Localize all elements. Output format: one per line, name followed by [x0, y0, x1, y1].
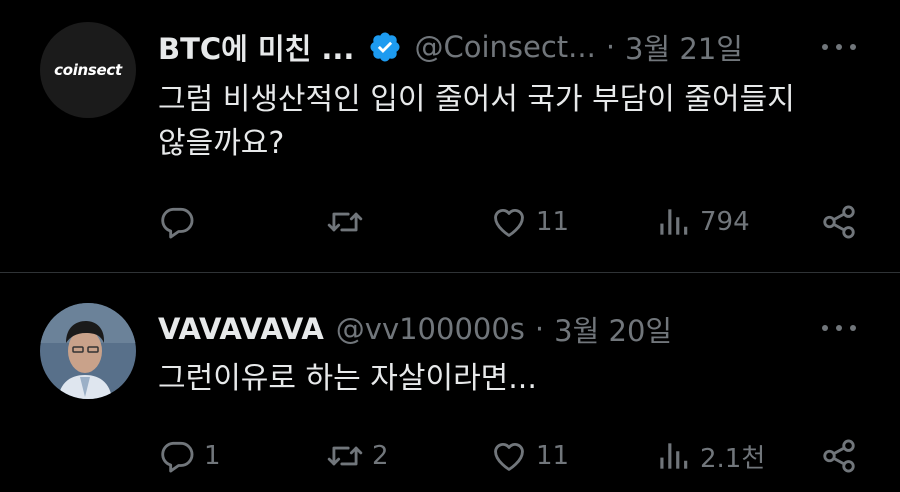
reply-button[interactable]: 1: [158, 436, 221, 476]
avatar-logo-text: coinsect: [54, 61, 122, 79]
reply-button[interactable]: [158, 202, 204, 242]
handle[interactable]: @Coinsect...: [414, 30, 595, 64]
tweet-text: 그런이유로 하는 자살이라면...: [158, 357, 858, 401]
handle[interactable]: @vv100000s: [336, 312, 525, 346]
retweet-icon: [327, 446, 363, 466]
tweet-text-line: 않을까요?: [158, 126, 285, 161]
views-button[interactable]: 794: [654, 202, 750, 242]
heart-icon: [494, 209, 524, 237]
reply-icon: [161, 441, 194, 473]
tweet-1[interactable]: coinsect BTC에 미친 ... @Coinsect... · 3월 2…: [0, 0, 900, 272]
timestamp[interactable]: 3월 21일: [625, 26, 743, 68]
tweet-2[interactable]: VAVAVAVA @vv100000s · 3월 20일 그런이유로 하는 자살…: [0, 273, 900, 492]
view-count: 794: [700, 207, 750, 237]
tweet-header: VAVAVAVA @vv100000s · 3월 20일: [158, 308, 672, 350]
retweet-count: 2: [372, 441, 389, 471]
action-bar: 1 2 11 2.1천: [158, 436, 858, 476]
like-button[interactable]: 11: [490, 436, 569, 476]
display-name[interactable]: BTC에 미친 ...: [158, 26, 354, 68]
profile-photo: [40, 303, 136, 399]
tweet-text-line: 그런이유로 하는 자살이라면...: [158, 361, 537, 396]
more-icon[interactable]: [822, 323, 856, 333]
avatar[interactable]: coinsect: [40, 22, 136, 118]
separator: ·: [534, 312, 545, 346]
reply-count: 1: [204, 441, 221, 471]
retweet-button[interactable]: 2: [326, 436, 389, 476]
share-button[interactable]: [820, 436, 858, 476]
views-icon: [660, 209, 688, 235]
retweet-button[interactable]: [326, 202, 372, 242]
share-icon: [823, 205, 855, 239]
like-button[interactable]: 11: [490, 202, 569, 242]
tweet-header: BTC에 미친 ... @Coinsect... · 3월 21일: [158, 26, 743, 68]
retweet-icon: [327, 212, 363, 232]
tweet-text: 그럼 비생산적인 입이 줄어서 국가 부담이 줄어들지 않을까요?: [158, 78, 858, 166]
tweet-text-line: 그럼 비생산적인 입이 줄어서 국가 부담이 줄어들지: [158, 82, 795, 117]
like-count: 11: [536, 441, 570, 471]
heart-icon: [494, 443, 524, 471]
more-icon[interactable]: [822, 42, 856, 52]
verified-badge-icon: [370, 32, 400, 62]
views-icon: [660, 443, 688, 469]
views-button[interactable]: 2.1천: [654, 436, 765, 476]
avatar[interactable]: [40, 303, 136, 399]
separator: ·: [605, 30, 616, 64]
share-icon: [823, 439, 855, 473]
like-count: 11: [536, 207, 570, 237]
reply-icon: [161, 207, 194, 239]
timestamp[interactable]: 3월 20일: [554, 308, 672, 350]
display-name[interactable]: VAVAVAVA: [158, 312, 324, 346]
action-bar: 11 794: [158, 202, 858, 242]
view-count: 2.1천: [700, 443, 766, 474]
share-button[interactable]: [820, 202, 858, 242]
